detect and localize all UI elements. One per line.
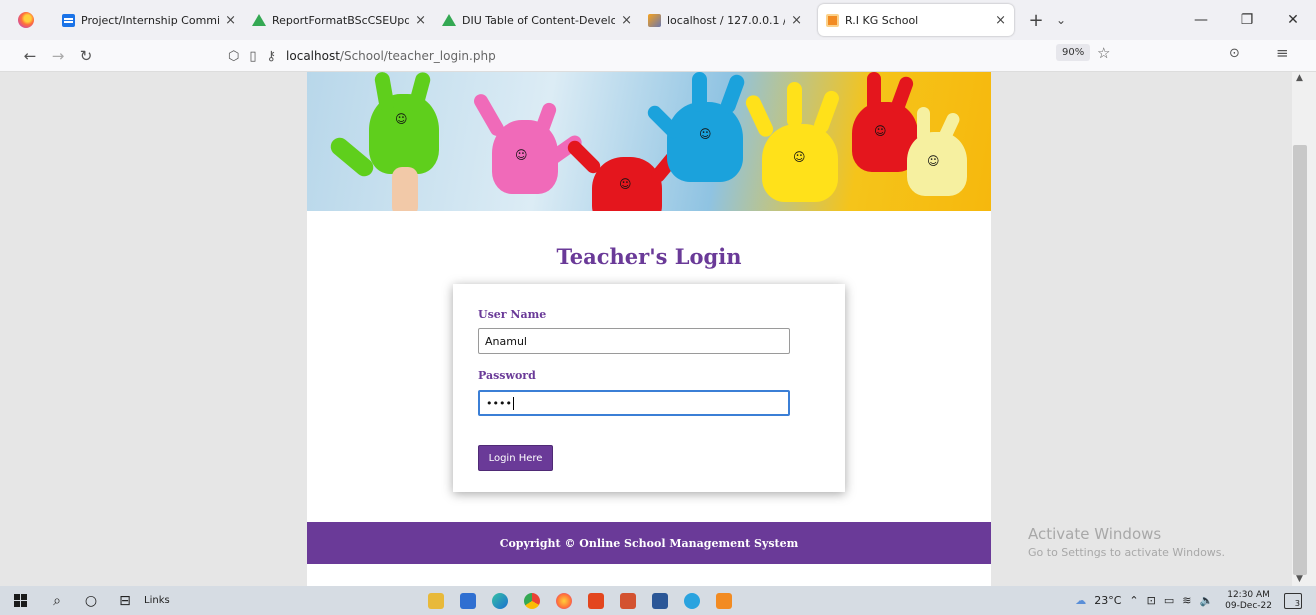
page-viewport: ☺ ☺ ☺ ☺ ☺ ☺ ☺ Teacher's Login User Name … [0, 72, 1300, 586]
powerpoint-icon[interactable] [612, 586, 644, 615]
scroll-up-arrow-icon[interactable]: ▲ [1296, 73, 1303, 83]
site-footer: Copyright © Online School Management Sys… [307, 522, 991, 564]
windows-taskbar: ⌕ ○ ⊟ Links ☁ 23°C ⌃ ⊡ ▭ ≋ 🔈 12:30 AM 09… [0, 586, 1316, 615]
tab-phpmyadmin[interactable]: localhost / 127.0.0.1 / school × [640, 4, 810, 36]
smiley-face-icon: ☺ [874, 124, 887, 138]
show-hidden-icons-chevron-icon[interactable]: ⌃ [1129, 594, 1138, 607]
tab-project-internship[interactable]: Project/Internship Committe × [54, 4, 244, 36]
word-icon[interactable] [644, 586, 676, 615]
chrome-icon[interactable] [516, 586, 548, 615]
smiley-face-icon: ☺ [793, 150, 806, 164]
file-explorer-icon[interactable] [420, 586, 452, 615]
close-icon[interactable]: × [415, 13, 426, 28]
close-icon[interactable]: × [621, 13, 632, 28]
office-icon[interactable] [580, 586, 612, 615]
page-title: Teacher's Login [556, 244, 742, 269]
reload-icon[interactable]: ↻ [72, 47, 100, 65]
banner-painted-hands-image: ☺ ☺ ☺ ☺ ☺ ☺ ☺ [307, 72, 991, 211]
address-bar[interactable]: ⬡ ▯ ⚷ localhost/School/teacher_login.php [228, 44, 1128, 68]
browser-tab-strip: Project/Internship Committe × ReportForm… [0, 0, 1316, 40]
password-label: Password [478, 369, 536, 382]
task-view-icon[interactable]: ⊟ [108, 586, 142, 615]
google-sheets-icon [62, 13, 75, 27]
tab-ri-kg-school[interactable]: R.I KG School × [818, 4, 1014, 36]
school-site-container: ☺ ☺ ☺ ☺ ☺ ☺ ☺ Teacher's Login User Name … [307, 72, 991, 586]
temperature-readout[interactable]: 23°C [1094, 594, 1121, 607]
scroll-down-arrow-icon[interactable]: ▼ [1296, 574, 1303, 584]
tab-report-format[interactable]: ReportFormatBScCSEUpdated × [244, 4, 434, 36]
close-icon[interactable]: × [995, 13, 1006, 28]
password-masked-value: •••• [486, 396, 512, 410]
smiley-face-icon: ☺ [395, 112, 408, 126]
meet-now-icon[interactable]: ⊡ [1147, 594, 1156, 607]
clock-date: 09-Dec-22 [1225, 600, 1272, 611]
store-icon[interactable] [452, 586, 484, 615]
username-label: User Name [478, 308, 547, 321]
system-tray: ☁ 23°C ⌃ ⊡ ▭ ≋ 🔈 12:30 AM 09-Dec-22 3 [1071, 586, 1316, 615]
cortana-icon[interactable]: ○ [74, 586, 108, 615]
start-button[interactable] [0, 586, 40, 615]
battery-icon[interactable]: ▭ [1164, 594, 1174, 607]
text-caret [512, 396, 514, 410]
notification-center-icon[interactable]: 3 [1284, 592, 1302, 609]
clock[interactable]: 12:30 AM 09-Dec-22 [1225, 590, 1272, 612]
window-close-icon[interactable]: ✕ [1270, 12, 1316, 28]
close-icon[interactable]: × [791, 13, 802, 28]
hamburger-menu-icon[interactable]: ≡ [1276, 44, 1289, 62]
firefox-icon[interactable] [548, 586, 580, 615]
windows-logo-icon [13, 594, 27, 607]
smiley-face-icon: ☺ [515, 148, 528, 162]
pinned-apps [420, 586, 740, 615]
phpmyadmin-icon [648, 13, 661, 27]
zoom-level-badge[interactable]: 90% [1056, 44, 1091, 61]
telegram-icon[interactable] [676, 586, 708, 615]
window-controls: — ❐ ✕ [1178, 0, 1316, 40]
page-icon[interactable]: ▯ [249, 49, 256, 64]
bookmark-star-icon[interactable]: ☆ [1097, 44, 1110, 62]
clock-time: 12:30 AM [1227, 589, 1270, 600]
password-input[interactable]: •••• [478, 390, 790, 416]
minimize-icon[interactable]: — [1178, 12, 1224, 28]
links-toolbar[interactable]: Links [144, 595, 170, 606]
smiley-face-icon: ☺ [619, 177, 632, 191]
smiley-face-icon: ☺ [699, 127, 712, 141]
pocket-icon[interactable]: ⊙ [1229, 46, 1240, 61]
wifi-icon[interactable]: ≋ [1182, 594, 1191, 607]
username-value: Anamul [485, 334, 527, 348]
tab-list-chevron-icon[interactable]: ⌄ [1050, 13, 1072, 27]
login-button[interactable]: Login Here [478, 445, 553, 471]
volume-icon[interactable]: 🔈 [1199, 594, 1213, 607]
watermark-subtitle: Go to Settings to activate Windows. [1028, 546, 1226, 559]
search-icon[interactable]: ⌕ [40, 586, 74, 615]
navigation-toolbar: ← → ↻ ⬡ ▯ ⚷ localhost/School/teacher_log… [0, 40, 1316, 72]
key-icon[interactable]: ⚷ [267, 49, 277, 64]
close-icon[interactable]: × [225, 13, 236, 28]
google-drive-icon [252, 14, 266, 26]
activate-windows-watermark: Activate Windows Go to Settings to activ… [1028, 525, 1225, 559]
new-tab-button[interactable]: + [1022, 10, 1050, 31]
xampp-icon[interactable] [708, 586, 740, 615]
scrollbar-thumb[interactable] [1293, 145, 1307, 575]
forward-arrow-icon[interactable]: → [44, 47, 72, 65]
restore-icon[interactable]: ❐ [1224, 12, 1270, 28]
login-form-card: User Name Anamul Password •••• Login Her… [453, 284, 845, 492]
weather-cloud-icon[interactable]: ☁ [1075, 594, 1086, 607]
firefox-logo-icon[interactable] [18, 12, 34, 28]
google-drive-icon [442, 14, 456, 26]
back-arrow-icon[interactable]: ← [16, 47, 44, 65]
edge-icon[interactable] [484, 586, 516, 615]
school-favicon-icon [826, 13, 839, 27]
shield-icon[interactable]: ⬡ [228, 49, 239, 64]
watermark-title: Activate Windows [1028, 525, 1162, 543]
username-input[interactable]: Anamul [478, 328, 790, 354]
smiley-face-icon: ☺ [927, 154, 940, 168]
tab-diu-table[interactable]: DIU Table of Content-Develop × [434, 4, 640, 36]
